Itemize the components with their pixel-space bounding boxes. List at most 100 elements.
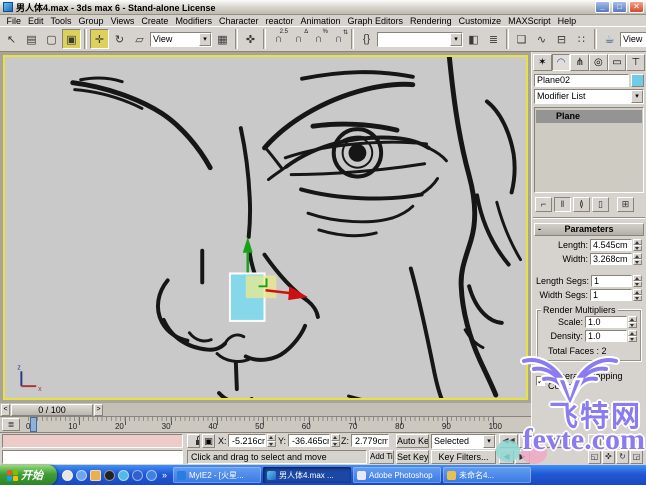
maxscript-listener-line[interactable] xyxy=(2,450,183,464)
menu-item[interactable]: Customize xyxy=(455,16,505,26)
menu-item[interactable]: Character xyxy=(215,16,262,26)
zoom-viewport-button[interactable]: ⊕ xyxy=(588,434,601,448)
zoom-extents-button[interactable]: ▢ xyxy=(616,434,629,448)
length-segs-spinner[interactable] xyxy=(633,275,642,287)
add-time-tag[interactable]: Add Time Tag xyxy=(369,450,394,464)
width-field[interactable]: 3.268cm xyxy=(590,253,632,265)
select-object-button[interactable]: ↖ xyxy=(2,29,21,49)
object-name-field[interactable]: Plane02 xyxy=(534,74,629,87)
remove-modifier-icon[interactable]: ▯ xyxy=(592,197,609,212)
taskbar-button-photoshop[interactable]: Adobe Photoshop xyxy=(353,467,442,483)
arc-rotate-button[interactable]: ↻ xyxy=(616,450,629,464)
layer-manager-button[interactable]: ❏ xyxy=(512,29,531,49)
taskbar-button-untitled[interactable]: 未命名4... xyxy=(443,467,532,483)
x-coordinate-field[interactable]: -5.216cm xyxy=(228,434,266,447)
messenger-icon[interactable] xyxy=(132,469,143,481)
density-field[interactable]: 1.0 xyxy=(585,330,627,342)
key-mode-dropdown[interactable]: Selected ▾ xyxy=(431,434,496,449)
use-pivot-center-button[interactable]: ▦ xyxy=(213,29,232,49)
menu-item[interactable]: Views xyxy=(107,16,138,26)
track-bar[interactable]: ≣ 0 10 20 30 40 50 60 70 80 90 100 xyxy=(0,417,531,433)
tab-utilities[interactable]: ⊤ xyxy=(626,54,646,71)
length-segs-field[interactable]: 1 xyxy=(591,275,633,287)
reference-coordinate-dropdown[interactable]: View ▾ xyxy=(150,31,212,47)
tab-motion[interactable]: ◎ xyxy=(589,54,608,71)
align-button[interactable]: ≣ xyxy=(484,29,503,49)
width-segs-spinner[interactable] xyxy=(633,289,642,301)
width-spinner[interactable] xyxy=(633,253,642,265)
auto-key-button[interactable]: Auto Key xyxy=(396,434,429,448)
chevron-down-icon[interactable]: ▾ xyxy=(631,90,643,103)
tab-hierarchy[interactable]: ⋔ xyxy=(570,54,590,71)
window-crossing-button[interactable]: ▣ xyxy=(62,29,81,49)
region-zoom-button[interactable]: ◱ xyxy=(588,450,601,464)
menu-item[interactable]: MAXScript xyxy=(505,16,555,26)
length-spinner[interactable] xyxy=(633,239,642,251)
width-segs-field[interactable]: 1 xyxy=(590,289,632,301)
globe-icon[interactable] xyxy=(118,469,129,481)
object-color-swatch[interactable] xyxy=(631,74,644,87)
z-coordinate-field[interactable]: 2.779cm xyxy=(351,434,389,447)
x-spinner[interactable] xyxy=(267,434,276,447)
mini-curve-editor-button[interactable]: ≣ xyxy=(2,418,20,431)
menu-item[interactable]: Edit xyxy=(25,16,48,26)
selection-lock-button[interactable] xyxy=(187,434,200,448)
tab-display[interactable]: ▭ xyxy=(607,54,627,71)
material-editor-button[interactable]: ∷ xyxy=(572,29,591,49)
select-and-scale-button[interactable]: ▱ xyxy=(130,29,149,49)
help-icon[interactable] xyxy=(146,469,157,481)
key-filters-button[interactable]: Key Filters... xyxy=(431,450,496,464)
tab-create[interactable]: ✶ xyxy=(533,54,552,71)
select-and-manipulate-button[interactable]: ✜ xyxy=(241,29,260,49)
min-max-toggle-button[interactable]: ◲ xyxy=(630,450,643,464)
render-type-dropdown[interactable]: View ▾ xyxy=(620,31,646,47)
select-and-rotate-button[interactable]: ↻ xyxy=(110,29,129,49)
menu-item[interactable]: reactor xyxy=(262,16,297,26)
named-selection-dropdown[interactable]: ▾ xyxy=(377,31,463,47)
select-by-name-button[interactable]: ▤ xyxy=(22,29,41,49)
show-end-result-icon[interactable]: ‖ xyxy=(554,197,571,212)
time-slider[interactable]: 0 / 100 xyxy=(11,404,93,416)
render-scale-spinner[interactable] xyxy=(628,316,637,328)
menu-item[interactable]: Create xyxy=(138,16,172,26)
taskbar-button-3dsmax[interactable]: 男人体4.max ... xyxy=(263,467,352,483)
menu-item[interactable]: Help xyxy=(554,16,580,26)
pin-stack-icon[interactable]: ⌐ xyxy=(535,197,552,212)
snap-toggle-25-button[interactable]: ∩ 2.5 xyxy=(269,29,288,49)
media-player-icon[interactable] xyxy=(62,469,73,481)
modifier-stack-item[interactable]: Plane xyxy=(536,110,642,123)
menu-item[interactable]: Animation xyxy=(297,16,344,26)
y-spinner[interactable] xyxy=(331,434,340,447)
previous-frame-arrow[interactable]: < xyxy=(1,404,10,416)
macro-recorder-line[interactable] xyxy=(2,434,183,448)
close-button[interactable]: ✕ xyxy=(629,1,644,13)
zoom-all-button[interactable]: ⊡ xyxy=(602,434,615,448)
menu-item[interactable]: Rendering xyxy=(407,16,456,26)
overflow-chevron[interactable]: » xyxy=(162,470,167,480)
minimize-button[interactable]: _ xyxy=(595,1,610,13)
qq-icon[interactable] xyxy=(104,469,115,481)
chevron-down-icon[interactable]: ▾ xyxy=(483,435,495,448)
density-spinner[interactable] xyxy=(628,330,637,342)
generate-mapping-checkbox[interactable]: ✓ xyxy=(536,376,545,386)
make-unique-icon[interactable]: ≬ xyxy=(573,197,590,212)
render-scene-button[interactable]: ☕ xyxy=(600,29,619,49)
folder-icon[interactable] xyxy=(90,469,101,481)
taskbar-button-myie2[interactable]: MyIE2 - [火星... xyxy=(173,467,262,483)
go-to-end-button[interactable]: ▶▶ xyxy=(551,434,570,448)
set-key-button[interactable]: Set Key xyxy=(396,450,429,464)
front-viewport[interactable]: z x xyxy=(3,55,528,400)
schematic-view-button[interactable]: ⊟ xyxy=(552,29,571,49)
named-selection-sets-button[interactable]: {} xyxy=(357,29,376,49)
chevron-down-icon[interactable]: ▾ xyxy=(199,32,211,46)
length-field[interactable]: 4.545cm xyxy=(590,239,632,251)
zoom-extents-all-button[interactable]: ⊞ xyxy=(630,434,643,448)
render-scale-field[interactable]: 1.0 xyxy=(585,316,627,328)
next-frame-arrow[interactable]: > xyxy=(94,404,103,416)
menu-item[interactable]: Group xyxy=(75,16,107,26)
curve-editor-button[interactable]: ∿ xyxy=(532,29,551,49)
menu-item[interactable]: Tools xyxy=(47,16,75,26)
maximize-button[interactable]: □ xyxy=(612,1,627,13)
angle-snap-button[interactable]: ∩ ∆ xyxy=(289,29,308,49)
parameters-rollout-header[interactable]: - Parameters xyxy=(534,223,644,236)
